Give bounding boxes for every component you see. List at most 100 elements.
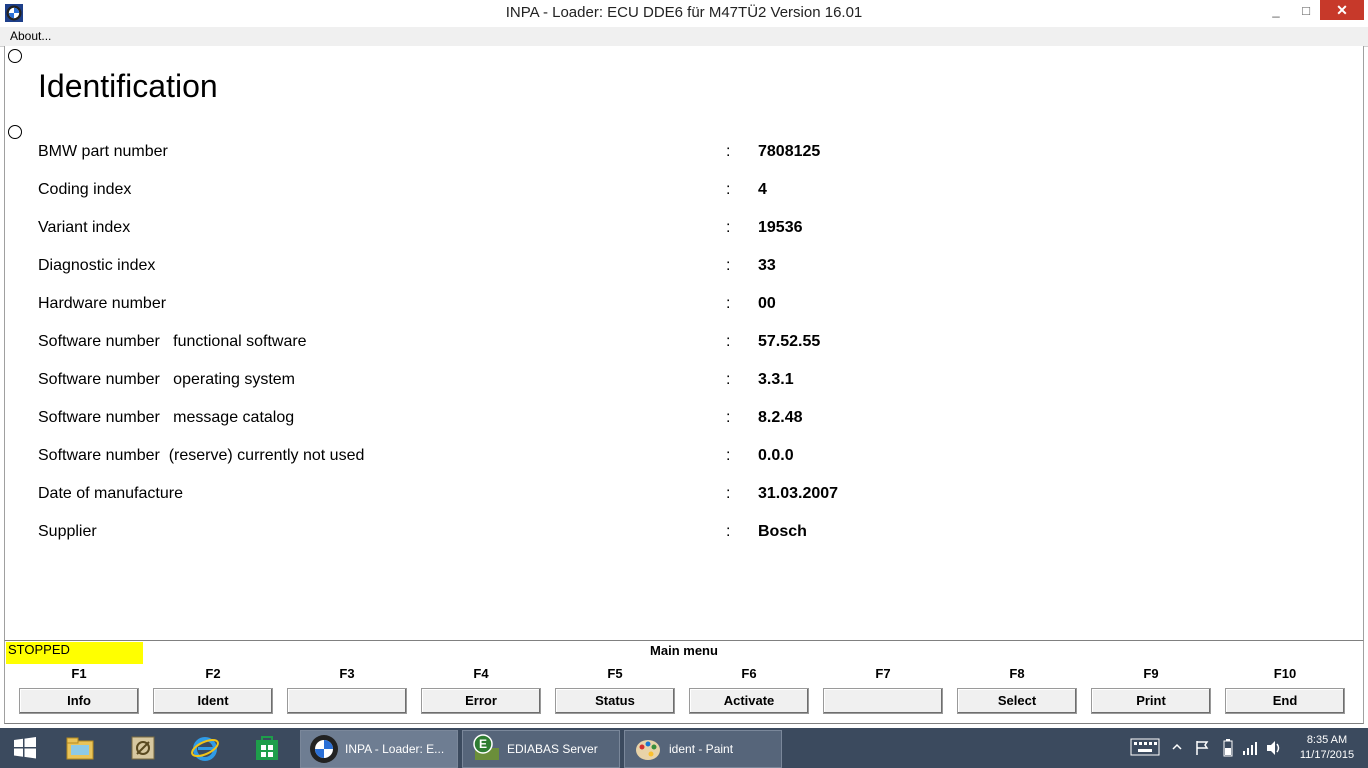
ident-colon: :	[726, 295, 731, 312]
paint-icon	[633, 734, 663, 764]
ident-label: Software number (reserve) currently not …	[38, 447, 365, 464]
minimize-button[interactable]: _	[1262, 0, 1290, 20]
end-button[interactable]: End	[1225, 688, 1345, 714]
ident-label: Coding index	[38, 181, 132, 198]
taskbar-task-paint[interactable]: ident - Paint	[624, 730, 782, 768]
volume-icon[interactable]	[1265, 740, 1283, 759]
ident-colon: :	[726, 409, 731, 426]
page-title: Identification	[38, 68, 218, 104]
keyboard-icon[interactable]	[1130, 738, 1160, 759]
ident-row: Coding index : 4	[38, 181, 1338, 203]
store-icon[interactable]	[250, 732, 284, 764]
clock-date: 11/17/2015	[1299, 749, 1355, 761]
fkey-label-f9: F9	[1143, 666, 1159, 681]
fkey-label-f4: F4	[473, 666, 489, 681]
ident-value: 0.0.0	[758, 447, 794, 464]
ident-value: Bosch	[758, 523, 807, 540]
bmw-logo-icon	[309, 734, 339, 764]
menu-bar: About...	[0, 27, 1368, 47]
fkey-label-f7: F7	[875, 666, 891, 681]
svg-text:E: E	[479, 737, 487, 751]
ident-value: 4	[758, 181, 767, 198]
ident-colon: :	[726, 371, 731, 388]
windows-start-icon[interactable]	[8, 732, 42, 764]
ident-value: 33	[758, 257, 776, 274]
ident-row: Software number (reserve) currently not …	[38, 447, 1338, 469]
window-title: INPA - Loader: ECU DDE6 für M47TÜ2 Versi…	[505, 4, 863, 21]
ident-colon: :	[726, 181, 731, 198]
flag-icon[interactable]	[1194, 740, 1210, 759]
identification-panel: Identification BMW part number : 7808125…	[4, 46, 1364, 641]
ident-value: 00	[758, 295, 776, 312]
ident-value: 19536	[758, 219, 803, 236]
ident-label: Software number operating system	[38, 371, 296, 388]
ident-colon: :	[726, 523, 731, 540]
ident-value: 8.2.48	[758, 409, 803, 426]
error-button[interactable]: Error	[421, 688, 541, 714]
ident-row: Software number functional software : 57…	[38, 333, 1338, 355]
title-bar: INPA - Loader: ECU DDE6 für M47TÜ2 Versi…	[0, 0, 1368, 27]
ident-value: 7808125	[758, 143, 821, 160]
menu-item-about[interactable]: About...	[10, 29, 51, 43]
chevron-up-icon[interactable]	[1172, 741, 1182, 755]
activate-button[interactable]: Activate	[689, 688, 809, 714]
taskbar-task-inpa[interactable]: INPA - Loader: E...	[300, 730, 458, 768]
battery-icon[interactable]	[1223, 739, 1233, 760]
ident-row: Diagnostic index : 33	[38, 257, 1338, 279]
ident-label: Hardware number	[38, 295, 167, 312]
ident-value: 57.52.55	[758, 333, 821, 350]
ident-label: Date of manufacture	[38, 485, 183, 502]
ident-row: Software number operating system : 3.3.1	[38, 371, 1338, 393]
f3-button[interactable]	[287, 688, 407, 714]
ident-colon: :	[726, 219, 731, 236]
print-button[interactable]: Print	[1091, 688, 1211, 714]
ident-label: Variant index	[38, 219, 131, 236]
taskbar-task-ediabas[interactable]: E EDIABAS Server	[462, 730, 620, 768]
ident-label: Supplier	[38, 523, 97, 540]
ident-colon: :	[726, 333, 731, 350]
fkey-label-f2: F2	[205, 666, 221, 681]
signal-icon[interactable]	[1242, 740, 1258, 759]
clock-time: 8:35 AM	[1306, 734, 1348, 746]
select-button[interactable]: Select	[957, 688, 1077, 714]
ident-row: Date of manufacture : 31.03.2007	[38, 485, 1338, 507]
ident-colon: :	[726, 485, 731, 502]
ident-colon: :	[726, 447, 731, 464]
ident-label: Software number functional software	[38, 333, 307, 350]
taskbar-clock[interactable]: 8:35 AM 11/17/2015	[1292, 733, 1362, 763]
ident-label: Software number message catalog	[38, 409, 295, 426]
status-button[interactable]: Status	[555, 688, 675, 714]
ident-row: Hardware number : 00	[38, 295, 1338, 317]
function-key-panel: STOPPED Main menu F1 F2 F3 F4 F5 F6 F7 F…	[4, 641, 1364, 724]
fkey-label-f6: F6	[741, 666, 757, 681]
maximize-button[interactable]: □	[1292, 0, 1320, 20]
ident-row: BMW part number : 7808125	[38, 143, 1338, 165]
ident-row: Software number message catalog : 8.2.48	[38, 409, 1338, 431]
taskbar-task-label: EDIABAS Server	[507, 742, 598, 756]
close-button[interactable]: ✕	[1320, 0, 1364, 20]
fkey-label-f5: F5	[607, 666, 623, 681]
taskbar-task-label: ident - Paint	[669, 742, 734, 756]
fkey-label-f8: F8	[1009, 666, 1025, 681]
f7-button[interactable]	[823, 688, 943, 714]
settings-tool-icon[interactable]	[126, 732, 160, 764]
file-explorer-icon[interactable]	[63, 732, 97, 764]
internet-explorer-icon[interactable]	[188, 732, 222, 764]
ediabas-icon: E	[471, 734, 501, 764]
ident-button[interactable]: Ident	[153, 688, 273, 714]
info-button[interactable]: Info	[19, 688, 139, 714]
ident-value: 31.03.2007	[758, 485, 839, 502]
ident-label: BMW part number	[38, 143, 168, 160]
ident-value: 3.3.1	[758, 371, 794, 388]
ident-label: Diagnostic index	[38, 257, 156, 274]
fkey-label-f1: F1	[71, 666, 87, 681]
taskbar-task-label: INPA - Loader: E...	[345, 742, 445, 756]
taskbar: INPA - Loader: E... E EDIABAS Server ide…	[0, 728, 1368, 768]
menu-title: Main menu	[650, 643, 718, 658]
ident-colon: :	[726, 257, 731, 274]
radio-button[interactable]	[8, 125, 22, 139]
radio-button[interactable]	[8, 49, 22, 63]
fkey-label-f3: F3	[339, 666, 355, 681]
fkey-label-f10: F10	[1273, 666, 1297, 681]
ident-row: Variant index : 19536	[38, 219, 1338, 241]
